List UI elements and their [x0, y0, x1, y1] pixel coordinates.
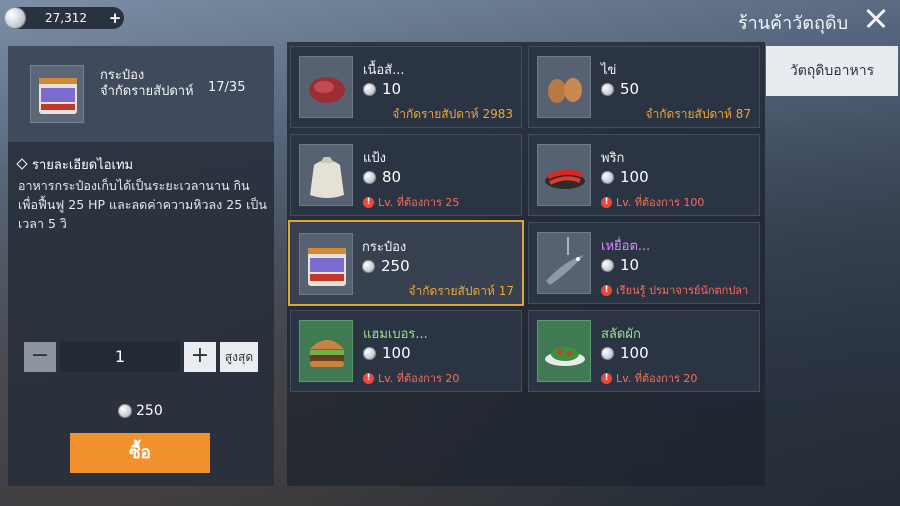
currency-display: 27,312 + — [4, 7, 124, 29]
warning-icon: ! — [363, 372, 374, 384]
silver-coin-icon — [4, 7, 26, 29]
raw-meat-icon — [299, 56, 353, 118]
tab-food-ingredients[interactable]: วัตถุดิบอาหาร — [766, 46, 898, 96]
flour-sack-icon — [299, 144, 353, 206]
item-name: แฮมเบอร... — [363, 327, 428, 342]
salad-icon — [537, 320, 591, 382]
level-requirement-text: Lv. ที่ต้องการ 100 — [616, 196, 705, 209]
silver-coin-icon — [363, 82, 376, 96]
canned-food-icon — [30, 65, 84, 123]
level-requirement-text: Lv. ที่ต้องการ 20 — [616, 372, 698, 385]
item-name: เนื้อสั... — [363, 63, 405, 78]
diamond-bullet-icon — [16, 158, 28, 170]
warning-icon: ! — [601, 196, 612, 208]
shop-title: ร้านค้าวัตถุดิบ — [737, 13, 848, 34]
item-name: สลัดผัก — [601, 327, 641, 342]
item-price: 50 — [601, 80, 639, 98]
item-detail-panel: กระป๋อง จำกัดรายสัปดาห์ 17/35 รายละเอียด… — [8, 46, 274, 486]
silver-coin-icon — [363, 170, 376, 184]
silver-coin-icon — [362, 259, 375, 273]
total-price: 250 — [118, 403, 163, 419]
item-name: กระป๋อง — [362, 240, 407, 255]
item-card-salad[interactable]: สลัดผัก 100 ! Lv. ที่ต้องการ 20 — [528, 310, 760, 392]
item-card-fishing-lure[interactable]: เหยื่อต... 10 ! เรียนรู้ ปรมาจารย์นักตกปล… — [528, 222, 760, 304]
item-price-value: 250 — [381, 257, 410, 275]
level-requirement-text: Lv. ที่ต้องการ 20 — [378, 372, 460, 385]
weekly-limit-note: จำกัดรายสัปดาห์ 2983 — [392, 107, 513, 121]
item-card-eggs[interactable]: ไข่ 50 จำกัดรายสัปดาห์ 87 — [528, 46, 760, 128]
silver-coin-icon — [601, 170, 614, 184]
item-price: 10 — [363, 80, 401, 98]
item-details-heading-text: รายละเอียดไอเทม — [32, 158, 134, 173]
quantity-stepper: − 1 + สูงสุด — [24, 342, 264, 372]
fishing-lure-icon — [537, 232, 591, 294]
item-name: ไข่ — [601, 63, 617, 78]
item-name: พริก — [601, 151, 625, 166]
warning-icon: ! — [601, 284, 612, 296]
item-card-meat[interactable]: เนื้อสั... 10 จำกัดรายสัปดาห์ 2983 — [290, 46, 522, 128]
increase-quantity-button[interactable]: + — [184, 342, 216, 372]
warning-icon: ! — [363, 196, 374, 208]
item-price-value: 100 — [620, 168, 649, 186]
weekly-limit-note: จำกัดรายสัปดาห์ 17 — [408, 284, 514, 298]
close-icon[interactable] — [862, 4, 890, 32]
silver-coin-icon — [601, 258, 614, 272]
quantity-input[interactable]: 1 — [60, 342, 180, 372]
level-requirement: ! Lv. ที่ต้องการ 20 — [601, 369, 697, 387]
skill-requirement: ! เรียนรู้ ปรมาจารย์นักตกปลา — [601, 281, 748, 299]
silver-coin-icon — [118, 404, 132, 418]
hamburger-icon — [299, 320, 353, 382]
total-price-value: 250 — [136, 403, 163, 419]
eggs-icon — [537, 56, 591, 118]
item-price-value: 100 — [382, 344, 411, 362]
item-price: 250 — [362, 257, 410, 275]
chili-peppers-icon — [537, 144, 591, 206]
silver-coin-icon — [601, 346, 614, 360]
level-requirement: ! Lv. ที่ต้องการ 25 — [363, 193, 459, 211]
item-details-heading: รายละเอียดไอเทม — [16, 154, 134, 175]
weekly-limit-note: จำกัดรายสัปดาห์ 87 — [645, 107, 751, 121]
canned-food-icon — [299, 233, 353, 295]
level-requirement: ! Lv. ที่ต้องการ 100 — [601, 193, 704, 211]
item-card-canned-food[interactable]: กระป๋อง 250 จำกัดรายสัปดาห์ 17 — [288, 220, 524, 306]
item-price-value: 10 — [382, 80, 402, 98]
currency-amount: 27,312 — [45, 11, 87, 25]
item-price: 80 — [363, 168, 401, 186]
add-currency-button[interactable]: + — [106, 9, 124, 27]
item-name: แป้ง — [363, 151, 386, 166]
item-price: 100 — [601, 344, 649, 362]
silver-coin-icon — [601, 82, 614, 96]
weekly-limit-label: จำกัดรายสัปดาห์ — [100, 84, 194, 99]
warning-icon: ! — [601, 372, 612, 384]
level-requirement: ! Lv. ที่ต้องการ 20 — [363, 369, 459, 387]
skill-requirement-text: เรียนรู้ ปรมาจารย์นักตกปลา — [616, 284, 749, 297]
item-price: 100 — [363, 344, 411, 362]
buy-button[interactable]: ซื้อ — [70, 433, 210, 473]
item-price: 100 — [601, 168, 649, 186]
item-card-chili[interactable]: พริก 100 ! Lv. ที่ต้องการ 100 — [528, 134, 760, 216]
item-detail-header: กระป๋อง จำกัดรายสัปดาห์ 17/35 — [8, 46, 274, 142]
item-grid: เนื้อสั... 10 จำกัดรายสัปดาห์ 2983 ไข่ 5… — [287, 42, 765, 486]
item-price-value: 50 — [620, 80, 640, 98]
max-quantity-button[interactable]: สูงสุด — [220, 342, 258, 372]
silver-coin-icon — [363, 346, 376, 360]
item-price: 10 — [601, 256, 639, 274]
item-description: อาหารกระป๋องเก็บได้เป็นระยะเวลานาน กินเพ… — [18, 178, 267, 231]
level-requirement-text: Lv. ที่ต้องการ 25 — [378, 196, 460, 209]
item-price-value: 80 — [382, 168, 402, 186]
item-card-hamburger[interactable]: แฮมเบอร... 100 ! Lv. ที่ต้องการ 20 — [290, 310, 522, 392]
decrease-quantity-button[interactable]: − — [24, 342, 56, 372]
item-price-value: 10 — [620, 256, 640, 274]
item-name: เหยื่อต... — [601, 239, 651, 254]
item-card-flour[interactable]: แป้ง 80 ! Lv. ที่ต้องการ 25 — [290, 134, 522, 216]
weekly-limit-count: 17/35 — [208, 80, 246, 95]
item-price-value: 100 — [620, 344, 649, 362]
